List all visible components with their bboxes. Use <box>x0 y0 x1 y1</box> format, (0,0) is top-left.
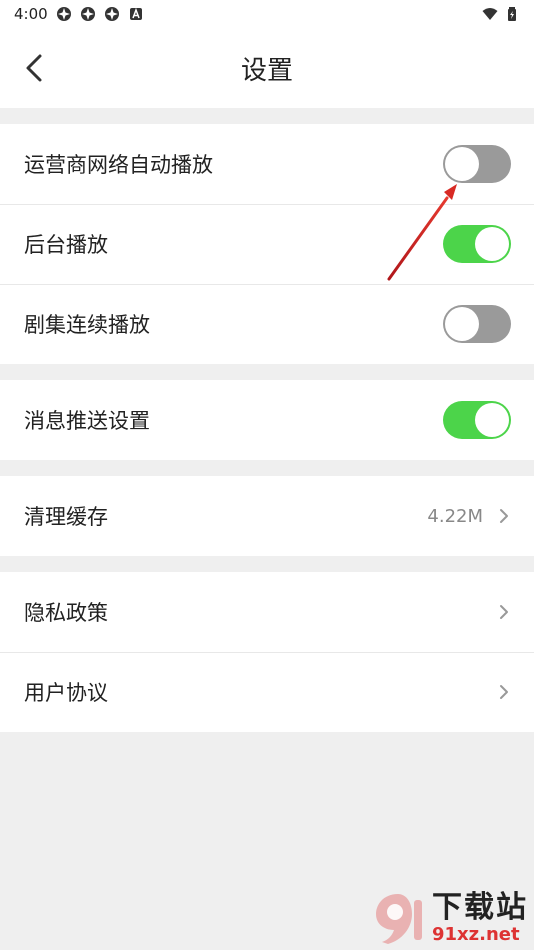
row-label: 剧集连续播放 <box>24 313 150 337</box>
app-notification-icon <box>80 7 95 21</box>
wifi-icon <box>482 8 498 20</box>
settings-row-carrier-autoplay: 运营商网络自动播放 <box>0 124 534 204</box>
settings-row-push-notifications: 消息推送设置 <box>0 380 534 460</box>
chevron-right-icon <box>500 605 508 619</box>
push-notifications-toggle[interactable] <box>443 401 511 439</box>
row-label: 用户协议 <box>24 681 108 705</box>
settings-row-user-agreement[interactable]: 用户协议 <box>0 652 534 732</box>
cache-size-value: 4.22M <box>427 505 483 527</box>
settings-row-clear-cache[interactable]: 清理缓存 4.22M <box>0 476 534 556</box>
watermark-url: 91xz.net <box>432 924 520 945</box>
row-label: 消息推送设置 <box>24 409 150 433</box>
toggle-knob <box>445 147 479 181</box>
settings-row-background-play: 后台播放 <box>0 204 534 284</box>
settings-row-privacy-policy[interactable]: 隐私政策 <box>0 572 534 652</box>
chevron-left-icon[interactable] <box>20 52 52 84</box>
watermark-logo-icon <box>376 894 422 944</box>
row-label: 清理缓存 <box>24 505 108 529</box>
watermark: 下载站 91xz.net <box>368 890 528 946</box>
row-label: 隐私政策 <box>24 601 108 625</box>
row-label: 后台播放 <box>24 233 108 257</box>
a-notification-icon <box>129 7 142 20</box>
row-label: 运营商网络自动播放 <box>24 153 213 177</box>
toggle-knob <box>445 307 479 341</box>
battery-icon <box>508 7 516 21</box>
chevron-right-icon <box>500 509 508 523</box>
status-bar: 4:00 <box>0 0 534 28</box>
toggle-knob <box>475 403 509 437</box>
notification-settings-group: 消息推送设置 <box>0 380 534 460</box>
app-notification-icon <box>104 7 119 21</box>
carrier-autoplay-toggle[interactable] <box>443 145 511 183</box>
app-notification-icon <box>56 7 71 21</box>
background-play-toggle[interactable] <box>443 225 511 263</box>
toggle-knob <box>475 227 509 261</box>
playback-settings-group: 运营商网络自动播放 后台播放 剧集连续播放 <box>0 124 534 364</box>
cache-group: 清理缓存 4.22M <box>0 476 534 556</box>
app-header: 设置 <box>0 28 534 108</box>
chevron-right-icon <box>500 685 508 699</box>
page-title: 设置 <box>240 55 293 86</box>
continuous-play-toggle[interactable] <box>443 305 511 343</box>
settings-row-continuous-play: 剧集连续播放 <box>0 284 534 364</box>
status-time: 4:00 <box>14 5 48 23</box>
legal-group: 隐私政策 用户协议 <box>0 572 534 732</box>
watermark-text: 下载站 <box>432 890 528 925</box>
